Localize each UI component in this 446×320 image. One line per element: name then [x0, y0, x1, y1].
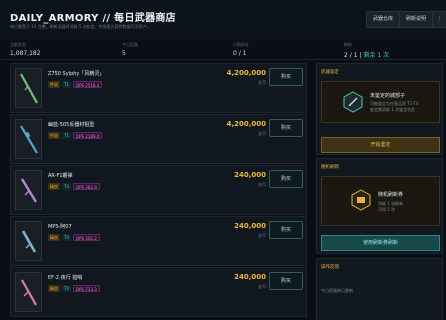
buy-button[interactable]: 购买 [269, 170, 303, 188]
weapon-thumbnail [15, 221, 42, 261]
stats-bar: 当前资金 1,087,182 今日武器 5 已购好礼 0 / 1 刷新 2 / … [0, 40, 446, 60]
dps-badge: DPS 2518.4 [73, 81, 103, 88]
stat-refresh: 刷新 2 / 1 | 剩余 1 次 [344, 42, 389, 59]
quality-badge: 精良 [48, 183, 60, 190]
stat-funds: 当前资金 1,087,182 [10, 42, 41, 57]
refresh-info-button[interactable]: 刷新说明 [399, 11, 434, 28]
dps-badge: DPS 2189.0 [73, 132, 103, 139]
weapon-tags: 传说 T1 DPS 2189.0 [48, 132, 103, 139]
weapon-name: AR-F1霰弹 [48, 173, 73, 179]
dps-badge: DPS 733.3 [73, 285, 100, 292]
refresh-remaining: 剩余 1 次 [363, 52, 389, 59]
stat-value: 5 [122, 50, 126, 57]
tier-badge: T1 [62, 81, 71, 88]
price-currency: 金币 [258, 131, 266, 136]
pistol-icon [21, 279, 37, 306]
tier-badge: T4 [62, 234, 71, 241]
price-currency: 金币 [258, 182, 266, 187]
tier-badge: T4 [62, 285, 71, 292]
price-currency: 金币 [258, 284, 266, 289]
price-currency: 金币 [258, 80, 266, 85]
stat-label: 已购好礼 [233, 42, 249, 47]
sniper-icon [20, 125, 38, 154]
page-subtitle: 每日重置于 10 点整。刷新武器将消耗 5 次机会，传说星光获得数据可用资产。 [10, 24, 151, 29]
weapon-tags: 精良 T4 DPS 383.9 [48, 183, 100, 190]
weapon-thumbnail [15, 119, 42, 159]
page-title: DAILY_ARMORY // 每日武器商店 [10, 13, 176, 24]
quality-badge: 传说 [48, 81, 60, 88]
refresh-title: 随机刷新 [321, 165, 339, 170]
weapon-thumbnail [15, 68, 42, 108]
appraise-title: 武器鉴定 [321, 70, 339, 75]
price-currency: 金币 [258, 233, 266, 238]
stat-weapons: 今日武器 5 [122, 42, 138, 57]
weapon-name: Z750 Sylphy「风精灵」 [48, 71, 105, 77]
appraise-item-name: 未鉴定的城部子 [370, 93, 406, 99]
rifle-icon [20, 73, 38, 104]
app-header: DAILY_ARMORY // 每日武器商店 每日重置于 10 点整。刷新武器将… [0, 0, 446, 40]
feedback-text: 今日武器库已更新 [321, 288, 353, 293]
weapon-row: EF-2 夜行 猎哨 精良 T4 DPS 733.3 240,000 金币 购买 [10, 267, 307, 317]
weapon-price: 4,200,000 [226, 120, 266, 128]
weapon-row: AR-F1霰弹 精良 T4 DPS 383.9 240,000 金币 购买 [10, 165, 307, 215]
stat-value: 1,087,182 [10, 50, 41, 57]
refresh-item-name: 随机刷新券 [378, 192, 404, 198]
weapon-row: 幽蓝-505反器材狙型 传说 T1 DPS 2189.0 4,200,000 金… [10, 114, 307, 164]
start-appraise-button[interactable]: 开始鉴定 [321, 137, 440, 153]
stat-label: 刷新 [344, 42, 352, 47]
buy-button[interactable]: 购买 [269, 272, 303, 290]
smg-icon [21, 230, 37, 253]
stat-label: 今日武器 [122, 42, 138, 47]
stat-value: 2 / 1 | 剩余 1 次 [344, 50, 389, 59]
refresh-count: 2 / 1 [344, 52, 358, 59]
weapon-price: 4,200,000 [226, 69, 266, 77]
hexagon-item-icon [343, 91, 363, 113]
feedback-panel: 操作反馈 今日武器库已更新 [316, 258, 443, 320]
weapon-price: 240,000 [234, 222, 266, 230]
appraise-panel: 武器鉴定 未鉴定的城部子 可被鉴定为任意品质 T1-T4 鉴定需消耗 1 次鉴定… [316, 63, 443, 155]
dps-badge: DPS 302.2 [73, 234, 100, 241]
appraise-card: 未鉴定的城部子 可被鉴定为任意品质 T1-T4 鉴定需消耗 1 次鉴定机会 [321, 81, 440, 123]
weapon-tags: 传说 T1 DPS 2518.4 [48, 81, 103, 88]
quality-badge: 传说 [48, 132, 60, 139]
weapon-name: EF-2 夜行 猎哨 [48, 275, 83, 281]
stat-value: 0 / 1 [233, 50, 247, 57]
buy-button[interactable]: 购买 [269, 221, 303, 239]
refresh-panel: 随机刷新 随机刷新券 消耗 1 张刷新 可用 2 次 使用刷新券刷新 [316, 158, 443, 254]
weapon-row: MPS-阿07 精良 T4 DPS 302.2 240,000 金币 购买 [10, 216, 307, 266]
refresh-item-desc: 可用 2 次 [378, 207, 396, 212]
hexagon-ticket-icon [351, 189, 371, 211]
buy-button[interactable]: 购买 [269, 119, 303, 137]
appraise-item-desc: 鉴定需消耗 1 次鉴定机会 [370, 107, 416, 112]
weapon-row: Z750 Sylphy「风精灵」 传说 T1 DPS 2518.4 4,200,… [10, 63, 307, 113]
refresh-card: 随机刷新券 消耗 1 张刷新 可用 2 次 [321, 176, 440, 226]
weapon-tags: 精良 T4 DPS 302.2 [48, 234, 100, 241]
stat-purchased: 已购好礼 0 / 1 [233, 42, 249, 57]
weapon-thumbnail [15, 170, 42, 210]
quality-badge: 精良 [48, 285, 60, 292]
weapon-price: 240,000 [234, 171, 266, 179]
more-menu-button[interactable]: ⋮ [432, 11, 446, 28]
weapon-thumbnail [15, 272, 42, 312]
use-refresh-ticket-button[interactable]: 使用刷新券刷新 [321, 235, 440, 251]
shotgun-icon [20, 178, 38, 203]
tier-badge: T1 [62, 132, 71, 139]
feedback-title: 操作反馈 [321, 265, 339, 270]
weapon-name: MPS-阿07 [48, 224, 72, 230]
stat-label: 当前资金 [10, 42, 26, 47]
tier-badge: T4 [62, 183, 71, 190]
buy-button[interactable]: 购买 [269, 68, 303, 86]
dps-badge: DPS 383.9 [73, 183, 100, 190]
weapon-price: 240,000 [234, 273, 266, 281]
weapon-name: 幽蓝-505反器材狙型 [48, 122, 95, 128]
armory-button[interactable]: 武器仓库 [366, 11, 401, 28]
quality-badge: 精良 [48, 234, 60, 241]
weapon-tags: 精良 T4 DPS 733.3 [48, 285, 100, 292]
